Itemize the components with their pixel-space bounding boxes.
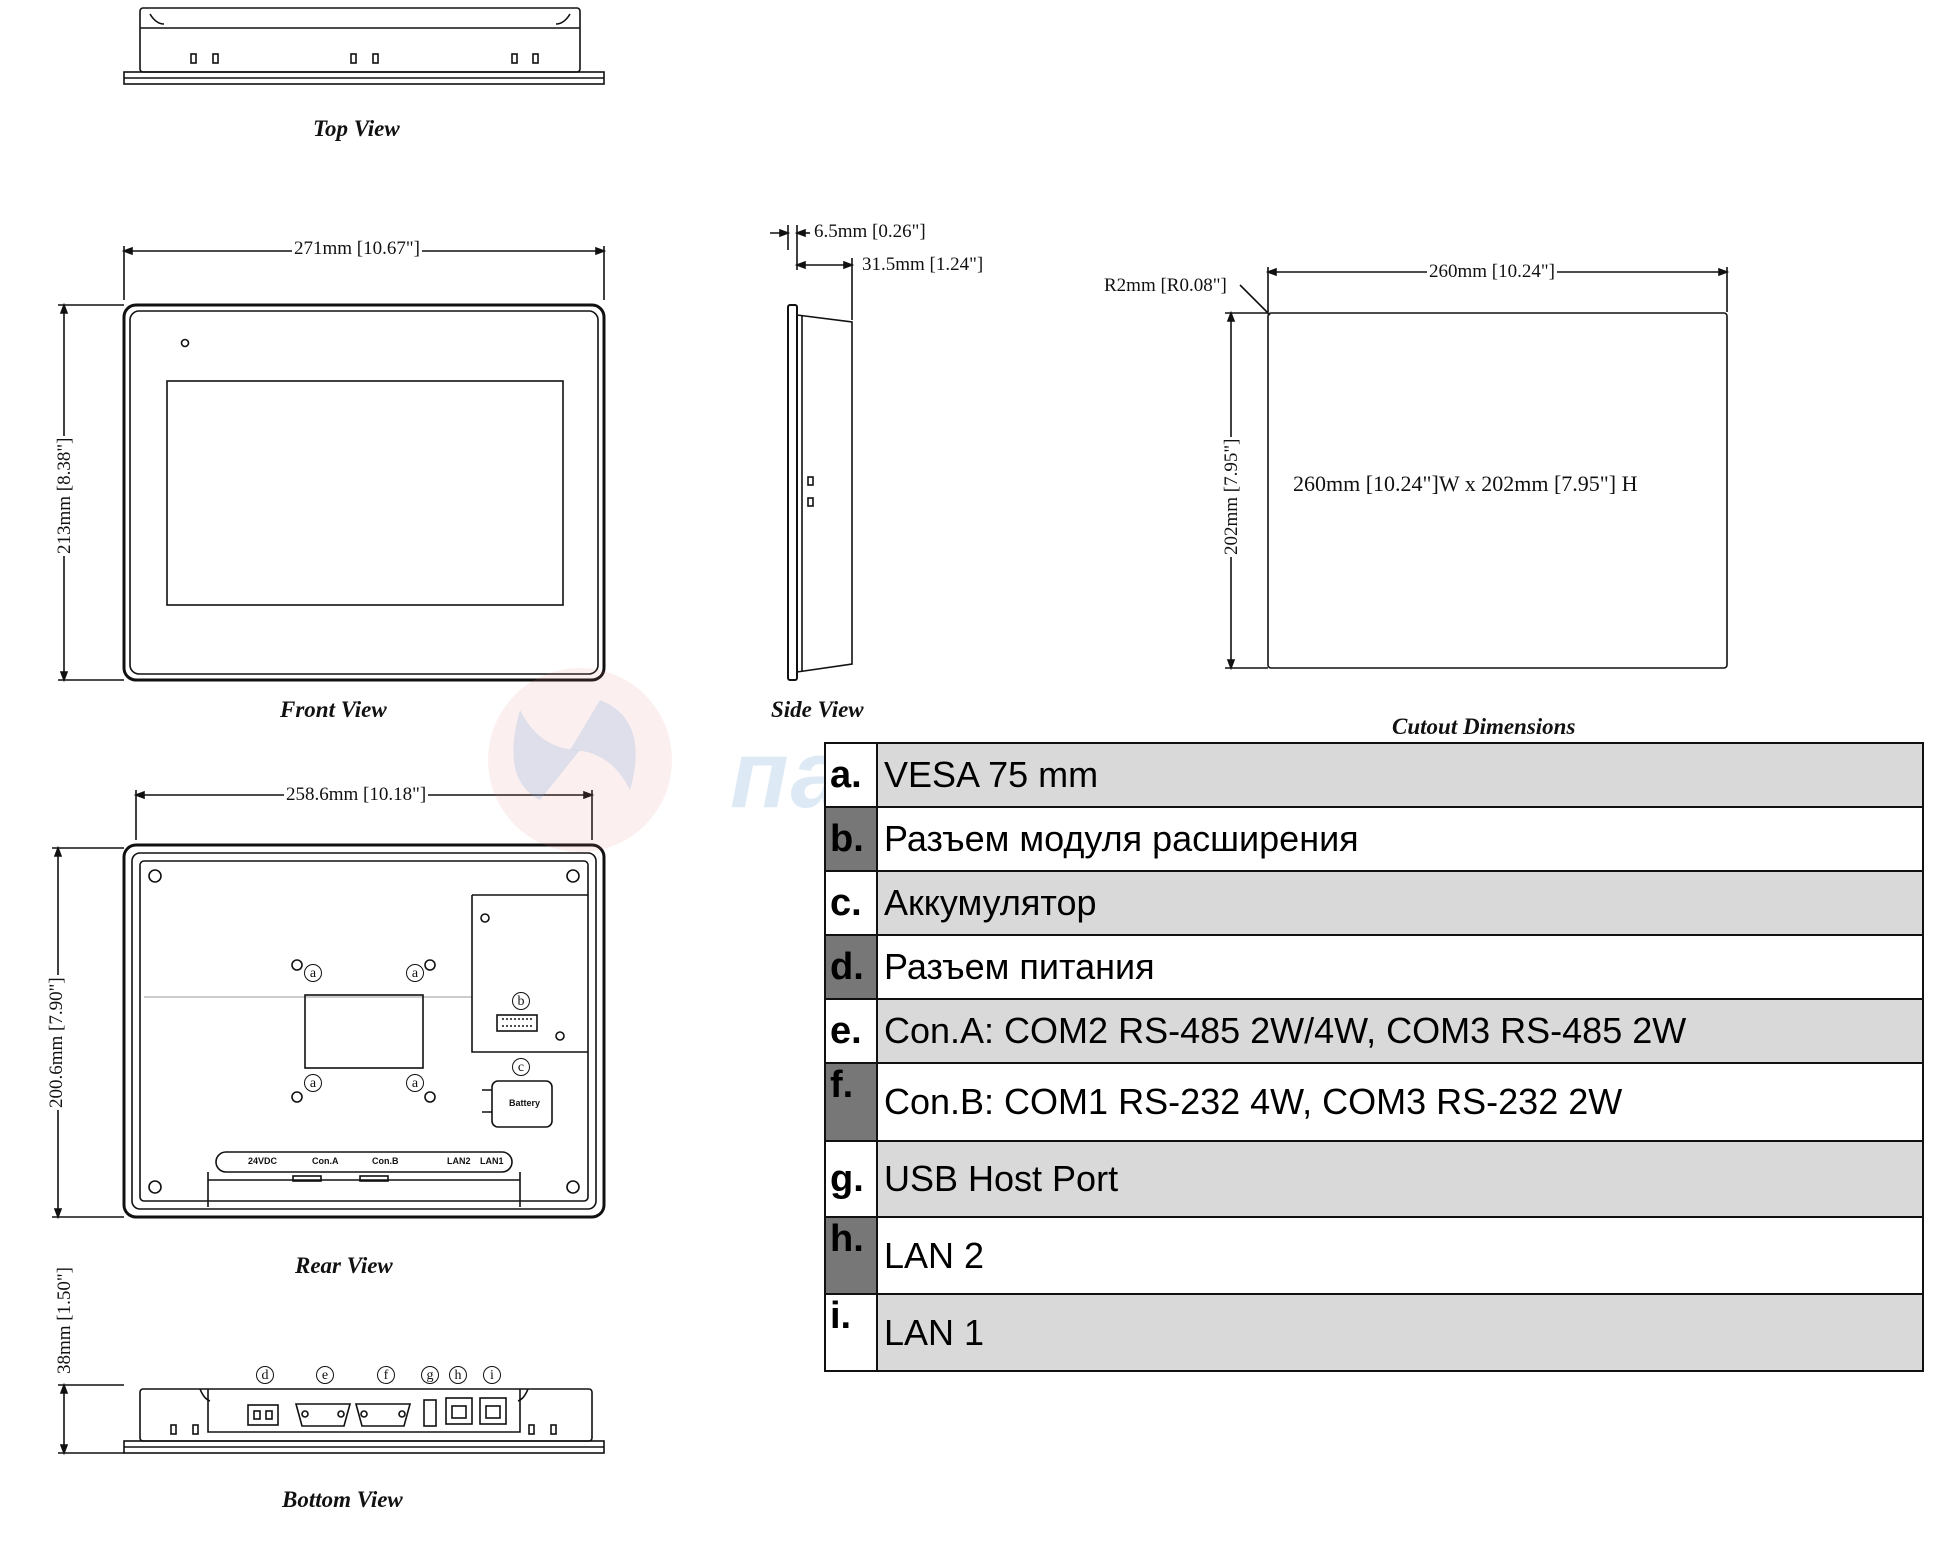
legend-letter: g. xyxy=(824,1140,878,1218)
legend-row: e. Con.A: COM2 RS-485 2W/4W, COM3 RS-485… xyxy=(824,998,1924,1064)
front-height-dimension: 213mm [8.38"] xyxy=(54,435,75,556)
marker-g: g xyxy=(421,1366,439,1384)
legend-letter: c. xyxy=(824,870,878,936)
legend-description: LAN 2 xyxy=(876,1216,1924,1295)
marker-a: a xyxy=(304,964,322,982)
legend-row: f. Con.B: COM1 RS-232 4W, COM3 RS-232 2W xyxy=(824,1062,1924,1142)
cutout-drawing xyxy=(1225,267,1730,671)
side-bezel-dimension: 6.5mm [0.26"] xyxy=(812,221,928,242)
marker-f: f xyxy=(377,1366,395,1384)
cutout-height-dimension: 202mm [7.95"] xyxy=(1221,436,1242,557)
marker-a: a xyxy=(406,1074,424,1092)
legend-description: Разъем питания xyxy=(876,934,1924,1000)
marker-a: a xyxy=(406,964,424,982)
marker-h: h xyxy=(449,1366,467,1384)
front-width-dimension: 271mm [10.67"] xyxy=(292,238,422,259)
marker-e: e xyxy=(316,1366,334,1384)
legend-description: LAN 1 xyxy=(876,1293,1924,1372)
top-view-drawing xyxy=(123,7,605,85)
bottom-view-drawing xyxy=(58,1382,605,1456)
legend-description: Con.A: COM2 RS-485 2W/4W, COM3 RS-485 2W xyxy=(876,998,1924,1064)
con-a-label: Con.A xyxy=(312,1156,339,1166)
legend-letter: i. xyxy=(824,1293,878,1372)
bottom-view-label: Bottom View xyxy=(282,1487,403,1512)
bottom-height-dimension: 38mm [1.50"] xyxy=(54,1265,75,1376)
component-legend-table: a. VESA 75 mm b. Разъем модуля расширени… xyxy=(824,742,1924,1372)
lan2-port-label: LAN2 xyxy=(447,1156,471,1166)
legend-description: USB Host Port xyxy=(876,1140,1924,1218)
con-b-label: Con.B xyxy=(372,1156,399,1166)
marker-a: a xyxy=(304,1074,322,1092)
legend-row: g. USB Host Port xyxy=(824,1140,1924,1218)
front-view-label: Front View xyxy=(280,697,387,722)
front-view-drawing xyxy=(58,246,607,683)
lan1-port-label: LAN1 xyxy=(480,1156,504,1166)
marker-c: c xyxy=(512,1058,530,1076)
marker-i: i xyxy=(483,1366,501,1384)
legend-row: b. Разъем модуля расширения xyxy=(824,806,1924,872)
rear-height-dimension: 200.6mm [7.90"] xyxy=(46,975,67,1110)
marker-b: b xyxy=(512,992,530,1010)
watermark-fan-icon xyxy=(488,668,672,852)
side-view-drawing xyxy=(770,225,855,681)
top-view-label: Top View xyxy=(313,116,400,141)
legend-row: d. Разъем питания xyxy=(824,934,1924,1000)
legend-letter: d. xyxy=(824,934,878,1000)
legend-description: VESA 75 mm xyxy=(876,742,1924,808)
marker-d: d xyxy=(256,1366,274,1384)
legend-description: Аккумулятор xyxy=(876,870,1924,936)
legend-row: i. LAN 1 xyxy=(824,1293,1924,1372)
legend-row: a. VESA 75 mm xyxy=(824,742,1924,808)
rear-width-dimension: 258.6mm [10.18"] xyxy=(284,784,429,805)
legend-description: Con.B: COM1 RS-232 4W, COM3 RS-232 2W xyxy=(876,1062,1924,1142)
legend-letter: f. xyxy=(824,1062,878,1142)
side-depth-dimension: 31.5mm [1.24"] xyxy=(860,254,986,275)
legend-row: h. LAN 2 xyxy=(824,1216,1924,1295)
legend-letter: e. xyxy=(824,998,878,1064)
cutout-size-dimension: 260mm [10.24"]W x 202mm [7.95"] H xyxy=(1293,471,1638,496)
legend-letter: h. xyxy=(824,1216,878,1295)
legend-letter: a. xyxy=(824,742,878,808)
side-view-label: Side View xyxy=(771,697,864,722)
battery-label: Battery xyxy=(509,1098,541,1108)
legend-description: Разъем модуля расширения xyxy=(876,806,1924,872)
legend-row: c. Аккумулятор xyxy=(824,870,1924,936)
cutout-radius-dimension: R2mm [R0.08"] xyxy=(1102,275,1229,296)
legend-letter: b. xyxy=(824,806,878,872)
cutout-width-dimension: 260mm [10.24"] xyxy=(1427,261,1557,282)
rear-view-label: Rear View xyxy=(295,1253,393,1278)
power-port-label: 24VDC xyxy=(248,1156,278,1166)
